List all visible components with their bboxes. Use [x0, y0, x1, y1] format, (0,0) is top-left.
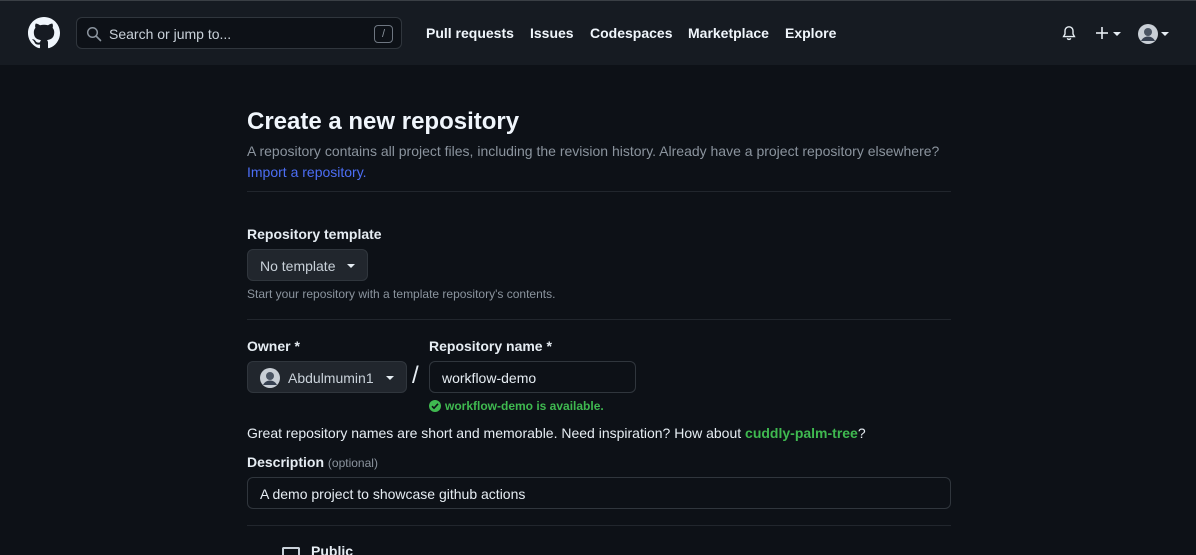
- page-title: Create a new repository: [247, 108, 520, 135]
- owner-value: Abdulmumin1: [288, 370, 374, 386]
- search-icon: [86, 26, 102, 42]
- notifications-bell-icon[interactable]: [1061, 25, 1077, 41]
- search-placeholder: Search or jump to...: [109, 26, 232, 42]
- repository-template-select[interactable]: No template: [247, 249, 368, 281]
- page-subtitle: A repository contains all project files,…: [247, 143, 940, 159]
- template-help-text: Start your repository with a template re…: [247, 287, 556, 301]
- repository-template-value: No template: [260, 258, 336, 274]
- check-circle-icon: [429, 400, 441, 412]
- divider: [247, 191, 951, 192]
- repository-name-label: Repository name *: [429, 338, 552, 354]
- optional-tag: (optional): [327, 456, 378, 470]
- plus-icon: [1096, 27, 1108, 39]
- nav-marketplace[interactable]: Marketplace: [688, 25, 769, 41]
- repository-name-value: workflow-demo: [442, 370, 537, 386]
- repository-name-input[interactable]: workflow-demo: [429, 361, 636, 393]
- top-navigation-bar: Search or jump to... / Pull requests Iss…: [0, 0, 1196, 65]
- nav-issues[interactable]: Issues: [530, 25, 574, 41]
- chevron-down-icon: [1113, 32, 1121, 36]
- visibility-public-label[interactable]: Public: [311, 543, 353, 555]
- divider: [247, 525, 951, 526]
- description-label: Description (optional): [247, 454, 378, 470]
- chevron-down-icon: [386, 376, 394, 380]
- owner-select[interactable]: Abdulmumin1: [247, 361, 407, 393]
- github-logo-icon[interactable]: [28, 17, 60, 49]
- description-label-text: Description: [247, 454, 325, 470]
- import-repository-link[interactable]: Import a repository.: [247, 164, 367, 180]
- nav-explore[interactable]: Explore: [785, 25, 836, 41]
- description-input[interactable]: A demo project to showcase github action…: [247, 477, 951, 509]
- search-input[interactable]: Search or jump to... /: [76, 17, 402, 49]
- user-menu-dropdown[interactable]: [1138, 23, 1172, 45]
- create-new-dropdown[interactable]: [1094, 23, 1124, 43]
- chevron-down-icon: [347, 264, 355, 268]
- nav-codespaces[interactable]: Codespaces: [590, 25, 672, 41]
- hint-text: Great repository names are short and mem…: [247, 425, 746, 441]
- owner-repo-separator: /: [412, 362, 419, 389]
- divider: [247, 319, 951, 320]
- availability-text: workflow-demo is available.: [445, 399, 604, 413]
- avatar: [1138, 24, 1158, 44]
- description-value: A demo project to showcase github action…: [260, 486, 526, 502]
- name-suggestion-hint: Great repository names are short and mem…: [247, 425, 866, 441]
- repo-icon: [282, 547, 300, 555]
- nav-pull-requests[interactable]: Pull requests: [426, 25, 514, 41]
- hint-suffix: ?: [857, 425, 866, 441]
- owner-avatar: [260, 368, 280, 388]
- suggested-name-link[interactable]: cuddly-palm-tree: [745, 425, 858, 441]
- owner-label: Owner *: [247, 338, 300, 354]
- search-shortcut-badge: /: [374, 25, 393, 43]
- availability-status: workflow-demo is available.: [429, 399, 604, 413]
- repository-template-label: Repository template: [247, 226, 382, 242]
- chevron-down-icon: [1161, 32, 1169, 36]
